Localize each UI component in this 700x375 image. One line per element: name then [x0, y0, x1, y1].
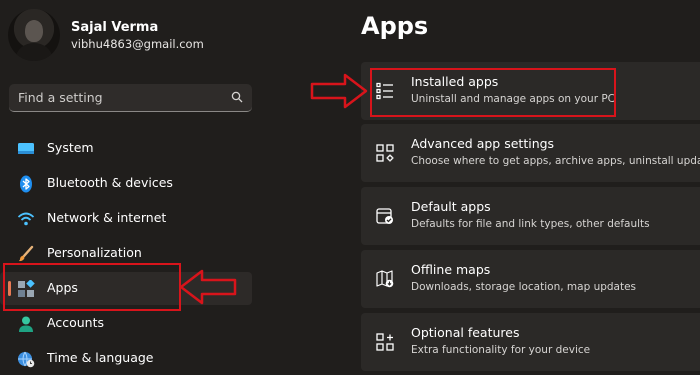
- sidebar-item-bluetooth[interactable]: Bluetooth & devices: [0, 167, 252, 200]
- card-optional-features[interactable]: Optional features Extra functionality fo…: [361, 313, 700, 371]
- card-subtitle: Extra functionality for your device: [411, 344, 591, 356]
- card-title: Default apps: [411, 199, 491, 214]
- search-placeholder: Find a setting: [18, 90, 103, 105]
- person-icon: [19, 316, 33, 332]
- globe-clock-icon: [18, 351, 35, 368]
- brush-icon: [19, 245, 34, 262]
- sidebar: Sajal Verma vibhu4863@gmail.com Find a s…: [0, 0, 262, 373]
- arrow-right-icon: [310, 73, 368, 109]
- avatar-face: [25, 20, 43, 42]
- avatar-body: [16, 43, 52, 61]
- optional-features-icon: [376, 333, 394, 351]
- sidebar-item-time-language[interactable]: Time & language: [0, 342, 252, 375]
- search-input[interactable]: Find a setting: [9, 84, 252, 112]
- main-content: Apps Installed apps Uninstall and manage…: [262, 0, 700, 373]
- card-default-apps[interactable]: Default apps Defaults for file and link …: [361, 187, 700, 245]
- sidebar-item-label: Bluetooth & devices: [47, 175, 173, 190]
- wifi-icon: [17, 212, 35, 226]
- avatar[interactable]: [8, 9, 60, 61]
- default-apps-icon: [376, 208, 393, 224]
- sidebar-item-label: Personalization: [47, 245, 142, 260]
- card-subtitle: Downloads, storage location, map updates: [411, 281, 637, 293]
- sidebar-item-accounts[interactable]: Accounts: [0, 307, 252, 340]
- arrow-left-icon: [179, 269, 237, 305]
- card-title: Optional features: [411, 325, 520, 340]
- card-title: Advanced app settings: [411, 136, 555, 151]
- monitor-icon: [18, 143, 34, 154]
- sidebar-item-network[interactable]: Network & internet: [0, 202, 252, 235]
- user-name: Sajal Verma: [71, 20, 159, 35]
- card-title: Offline maps: [411, 262, 491, 277]
- card-subtitle: Choose where to get apps, archive apps, …: [411, 155, 700, 167]
- search-icon: [231, 91, 243, 103]
- card-advanced-app-settings[interactable]: Advanced app settings Choose where to ge…: [361, 124, 700, 182]
- user-email: vibhu4863@gmail.com: [71, 37, 204, 51]
- page-title: Apps: [361, 12, 429, 40]
- sidebar-item-label: System: [47, 140, 94, 155]
- sidebar-item-label: Time & language: [47, 350, 154, 365]
- apps-highlight: [3, 263, 181, 311]
- card-subtitle: Defaults for file and link types, other …: [411, 218, 650, 230]
- app-settings-icon: [376, 144, 394, 162]
- sidebar-item-system[interactable]: System: [0, 132, 252, 165]
- sidebar-item-label: Accounts: [47, 315, 104, 330]
- card-offline-maps[interactable]: Offline maps Downloads, storage location…: [361, 250, 700, 308]
- map-icon: [376, 270, 394, 288]
- bluetooth-icon: [20, 175, 32, 193]
- installed-apps-highlight: [370, 68, 616, 117]
- sidebar-item-label: Network & internet: [47, 210, 167, 225]
